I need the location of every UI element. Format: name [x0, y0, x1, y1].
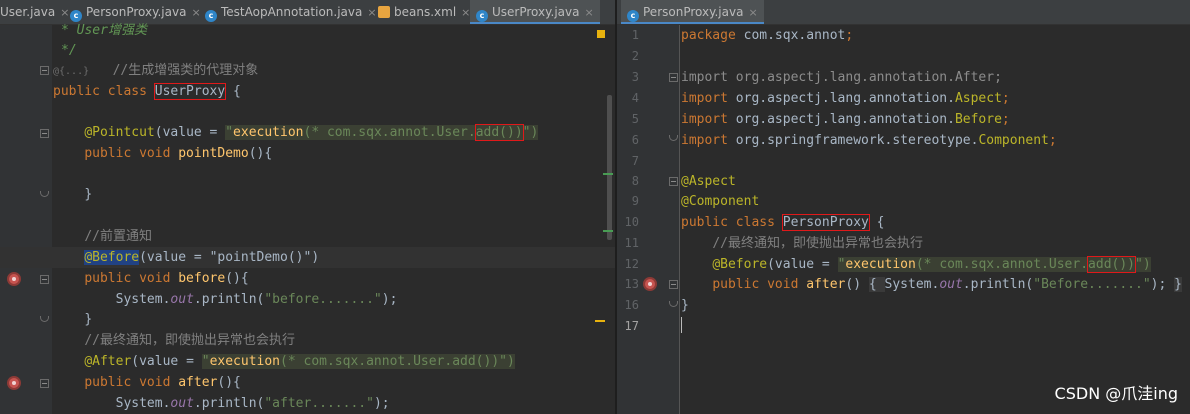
left-code-editor[interactable]: * User增强类 */ @{...} //生成增强类的代理对象 public … [0, 23, 615, 414]
code-line: 1 package com.sqx.annot; [631, 28, 854, 43]
close-icon[interactable]: × [748, 6, 757, 19]
right-code-editor[interactable]: 1 package com.sqx.annot; 2 3 import org.as… [617, 25, 1190, 414]
code-line: 3 import org.aspectj.lang.annotation.Afte… [631, 70, 1002, 85]
close-icon[interactable]: × [367, 6, 376, 19]
method-highlight: add()) [474, 124, 524, 141]
fold-toggle-icon[interactable] [669, 177, 678, 186]
fold-toggle-icon[interactable] [40, 275, 49, 284]
warning-icon[interactable] [597, 30, 605, 38]
change-marker [603, 173, 613, 175]
code-line: 16} [624, 298, 689, 313]
aop-advice-gutter-icon[interactable] [643, 277, 657, 291]
code-line: 13 public void after() { System.out.prin… [624, 277, 1182, 292]
code-line: @Before(value = "pointDemo()") [0, 247, 615, 268]
code-line: 11 //最终通知，即使抛出异常也会执行 [624, 236, 923, 251]
code-line: public void before(){ [84, 271, 249, 286]
fold-toggle-icon[interactable] [669, 280, 678, 289]
class-name-highlight: PersonProxy [781, 214, 870, 231]
code-line: 9 @Component [631, 194, 760, 209]
fold-toggle-icon[interactable] [669, 73, 678, 82]
code-line: 6 import org.springframework.stereotype.C… [631, 133, 1057, 148]
code-line: } [84, 187, 93, 202]
close-icon[interactable]: × [584, 6, 593, 19]
code-line: 7 [631, 154, 639, 168]
warning-marker [595, 320, 605, 322]
aop-advice-gutter-icon[interactable] [7, 376, 21, 390]
watermark: CSDN @爪洼ing [1054, 384, 1178, 403]
left-editor-pane: User.java × c PersonProxy.java × c TestAopAn… [0, 0, 615, 414]
code-line: public class UserProxy { [53, 83, 241, 100]
code-line: 5 import org.aspectj.lang.annotation.Befo… [631, 112, 1010, 127]
left-scrollbar[interactable] [595, 25, 615, 414]
code-line: 12 @Before(value = "execution(* com.sqx.… [624, 256, 1151, 273]
code-line: System.out.println("before......."); [115, 292, 398, 307]
code-line: 10 public class PersonProxy { [624, 214, 885, 231]
xml-icon [378, 6, 390, 18]
code-line: public void after(){ [84, 375, 241, 390]
code-line: //最终通知，即使抛出异常也会执行 [84, 333, 295, 348]
text-caret [681, 317, 682, 333]
left-scrollbar-thumb[interactable] [607, 95, 612, 240]
code-line: @After(value = "execution(* com.sqx.anno… [84, 354, 515, 369]
code-line: 2 [631, 49, 639, 63]
close-icon[interactable]: × [60, 6, 69, 19]
class-icon: c [627, 10, 639, 22]
fold-toggle-icon[interactable] [40, 129, 49, 138]
code-line: @{...} //生成增强类的代理对象 [53, 63, 259, 78]
class-name-highlight: UserProxy [153, 83, 227, 100]
method-highlight: add()) [1087, 256, 1137, 273]
right-tab-bar: c PersonProxy.java × [617, 0, 1190, 25]
code-line: } [84, 312, 93, 327]
code-line: @Pointcut(value = "execution(* com.sqx.a… [84, 124, 539, 141]
fold-toggle-icon[interactable] [40, 379, 49, 388]
code-line: 8 @Aspect [631, 174, 736, 189]
right-editor-pane: c PersonProxy.java × 1 package com.sqx.anno… [617, 0, 1190, 414]
close-icon[interactable]: × [191, 6, 200, 19]
tab-personproxy-java[interactable]: c PersonProxy.java × [621, 0, 764, 24]
code-line: //前置通知 [84, 229, 152, 244]
code-line: */ [61, 43, 77, 58]
aop-advice-gutter-icon[interactable] [7, 272, 21, 286]
close-icon[interactable]: × [461, 6, 470, 19]
change-marker [603, 230, 613, 232]
code-line: 17 [617, 316, 1190, 337]
fold-toggle-icon[interactable] [40, 66, 49, 75]
code-line: public void pointDemo(){ [84, 146, 273, 161]
code-line: 4 import org.aspectj.lang.annotation.Aspe… [631, 91, 1010, 106]
code-line: * User增强类 [61, 23, 147, 38]
code-line: System.out.println("after......."); [115, 396, 390, 411]
